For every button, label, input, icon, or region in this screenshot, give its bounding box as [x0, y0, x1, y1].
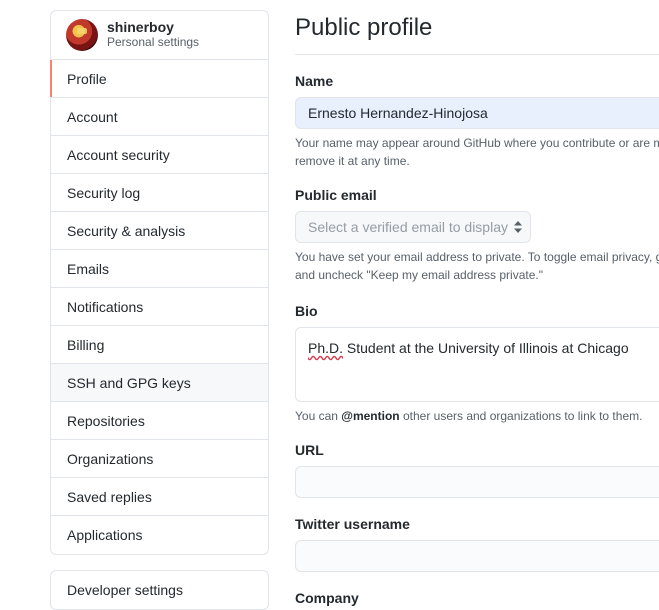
sidebar-item-repositories[interactable]: Repositories: [51, 402, 268, 440]
sidebar-item-notifications[interactable]: Notifications: [51, 288, 268, 326]
public-email-selected: Select a verified email to display: [308, 219, 508, 235]
email-help-line1: You have set your email address to priva…: [295, 250, 659, 264]
sidebar-item-security-log[interactable]: Security log: [51, 174, 268, 212]
sidebar-item-applications[interactable]: Applications: [51, 516, 268, 554]
sidebar-item-account[interactable]: Account: [51, 98, 268, 136]
twitter-input[interactable]: [295, 540, 659, 572]
user-subtitle: Personal settings: [107, 35, 200, 49]
name-label: Name: [295, 73, 334, 89]
url-label: URL: [295, 442, 324, 458]
bio-misspelled-word: Ph.D.: [308, 340, 344, 356]
twitter-label: Twitter username: [295, 516, 410, 532]
sidebar-user-header: shinerboy Personal settings: [51, 11, 268, 60]
select-caret-icon: [514, 221, 522, 233]
sidebar-item-emails[interactable]: Emails: [51, 250, 268, 288]
bio-help-suffix: other users and organizations to link to…: [399, 409, 643, 423]
bio-textarea[interactable]: Ph.D. Student at the University of Illin…: [295, 327, 659, 402]
sidebar-item-security-analysis[interactable]: Security & analysis: [51, 212, 268, 250]
bio-text: Student at the University of Illinois at…: [343, 340, 629, 356]
bio-help-text: You can @mention other users and organiz…: [295, 407, 659, 425]
name-input[interactable]: Ernesto Hernandez-Hinojosa: [295, 97, 659, 129]
url-input[interactable]: [295, 466, 659, 498]
page-title: Public profile: [295, 14, 433, 41]
settings-sidebar: shinerboy Personal settings Profile Acco…: [50, 10, 269, 555]
name-help-line2: remove it at any time.: [295, 154, 410, 168]
sidebar-item-account-security[interactable]: Account security: [51, 136, 268, 174]
name-help-line1: Your name may appear around GitHub where…: [295, 136, 659, 150]
sidebar-item-saved-replies[interactable]: Saved replies: [51, 478, 268, 516]
sidebar-item-ssh-gpg-keys[interactable]: SSH and GPG keys: [51, 364, 268, 402]
public-email-select[interactable]: Select a verified email to display: [295, 211, 531, 243]
company-label: Company: [295, 590, 359, 606]
email-help-text: You have set your email address to priva…: [295, 248, 659, 284]
title-divider: [295, 54, 659, 55]
sidebar-item-profile[interactable]: Profile: [50, 60, 268, 98]
bio-label: Bio: [295, 303, 318, 319]
email-help-line2: and uncheck "Keep my email address priva…: [295, 268, 543, 282]
bio-help-mention: @mention: [341, 409, 400, 423]
public-email-label: Public email: [295, 187, 377, 203]
user-name[interactable]: shinerboy: [107, 20, 199, 35]
sidebar-item-developer-settings[interactable]: Developer settings: [50, 570, 269, 610]
sidebar-item-organizations[interactable]: Organizations: [51, 440, 268, 478]
bio-help-prefix: You can: [295, 409, 342, 423]
avatar[interactable]: [66, 19, 98, 51]
sidebar-item-billing[interactable]: Billing: [51, 326, 268, 364]
name-help-text: Your name may appear around GitHub where…: [295, 134, 659, 170]
